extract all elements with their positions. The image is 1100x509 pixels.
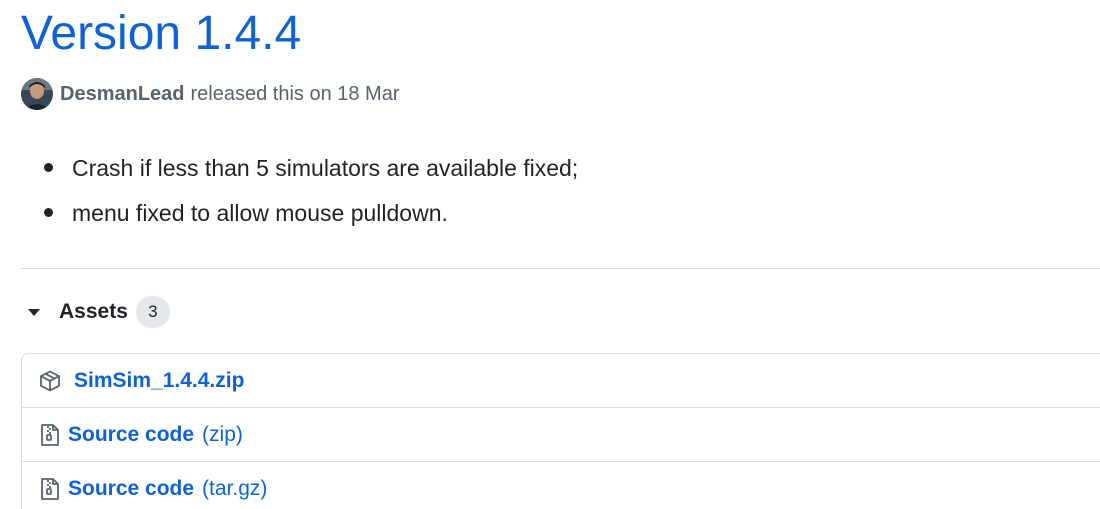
caret-down-icon: [28, 308, 40, 316]
note-text: Crash if less than 5 simulators are avai…: [72, 155, 579, 181]
package-icon: [37, 368, 63, 394]
divider: [21, 268, 1100, 269]
assets-toggle[interactable]: Assets 3: [21, 294, 170, 330]
file-zip-icon: [37, 422, 63, 448]
asset-row: Source code (tar.gz): [22, 461, 1100, 509]
asset-format-label[interactable]: (tar.gz): [202, 477, 267, 501]
note-text: menu fixed to allow mouse pulldown.: [72, 200, 448, 226]
asset-list: SimSim_1.4.4.zip Source code (zip) Sourc…: [21, 353, 1100, 509]
source-code-zip-link[interactable]: Source code: [68, 423, 194, 447]
author-link[interactable]: DesmanLead: [60, 83, 185, 106]
list-item: Crash if less than 5 simulators are avai…: [21, 146, 578, 191]
assets-count-badge: 3: [135, 296, 170, 328]
file-zip-icon: [37, 476, 63, 502]
release-byline: DesmanLead released this on 18 Mar: [21, 78, 400, 110]
bullet-icon: [44, 163, 53, 172]
asset-row: Source code (zip): [22, 407, 1100, 461]
asset-format-label[interactable]: (zip): [202, 423, 243, 447]
release-notes-list: Crash if less than 5 simulators are avai…: [21, 146, 578, 236]
avatar[interactable]: [21, 78, 53, 110]
release-page: Version 1.4.4 DesmanLead released this o…: [0, 0, 1100, 509]
bullet-icon: [44, 208, 53, 217]
released-text: released this on 18 Mar: [190, 82, 400, 105]
asset-row: SimSim_1.4.4.zip: [22, 354, 1100, 407]
release-title-link[interactable]: Version 1.4.4: [21, 2, 301, 66]
source-code-targz-link[interactable]: Source code: [68, 477, 194, 501]
list-item: menu fixed to allow mouse pulldown.: [21, 191, 578, 236]
asset-download-link[interactable]: SimSim_1.4.4.zip: [74, 369, 244, 393]
assets-label: Assets: [59, 300, 128, 323]
